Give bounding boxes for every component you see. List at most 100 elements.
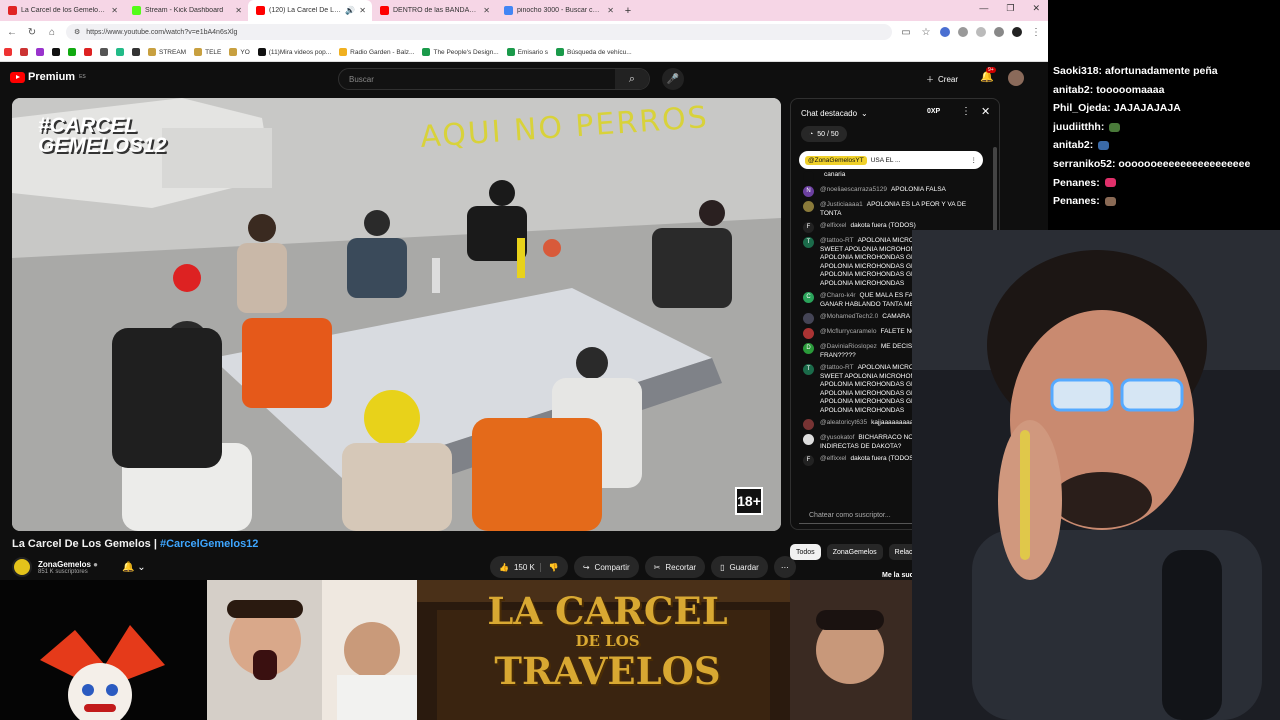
bookmark-tele[interactable]: TELE xyxy=(194,48,221,56)
browser-tab-4[interactable]: DENTRO de las BANDAS JUVENI ✕ xyxy=(372,0,496,21)
puzzle-icon[interactable] xyxy=(976,27,986,37)
thumbnail-reaction[interactable] xyxy=(207,580,417,720)
related-tab-channel[interactable]: ZonaGemelos xyxy=(826,544,883,560)
stream-chat-separator: : xyxy=(1089,139,1097,152)
chat-xp-badge[interactable]: 0XP xyxy=(927,108,940,115)
bookmark-yo[interactable]: YO xyxy=(229,48,250,56)
tab-close-icon[interactable]: ✕ xyxy=(607,6,614,15)
new-tab-button[interactable]: + xyxy=(620,5,636,17)
profile-avatar[interactable] xyxy=(1012,27,1022,37)
bookmark-icon[interactable] xyxy=(100,48,108,56)
extension-icon[interactable] xyxy=(940,27,950,37)
chat-author-name[interactable]: @yusokatof xyxy=(820,434,854,441)
chat-more-icon[interactable]: ⋮ xyxy=(961,106,971,117)
account-avatar[interactable] xyxy=(1008,70,1024,86)
browser-tab-1[interactable]: La Carcel de los Gemelos | Vota ✕ xyxy=(0,0,124,21)
related-thumbnail-image xyxy=(790,580,912,720)
channel-avatar[interactable] xyxy=(12,557,32,577)
site-info-icon[interactable]: ⚙ xyxy=(74,28,80,36)
bookmark-radio-garden[interactable]: Radio Garden - Balz... xyxy=(339,48,414,56)
chat-author-name[interactable]: @elfixxel xyxy=(820,222,846,229)
pinned-more-icon[interactable]: ⋮ xyxy=(971,156,978,164)
chat-title[interactable]: Chat destacado xyxy=(801,109,857,118)
chat-author-avatar xyxy=(803,313,814,324)
chat-author-name[interactable]: @DaviniaRioslopez xyxy=(820,343,877,350)
subscribe-bell-icon[interactable]: 🔔 ⌄ xyxy=(122,562,146,573)
like-button[interactable]: 👍 150 K 👎 xyxy=(490,556,568,578)
chat-author-name[interactable]: @aleatoricyt635 xyxy=(820,419,867,426)
star-icon[interactable]: ☆ xyxy=(920,27,932,38)
chat-author-name[interactable]: @Mcflurrycaramelo xyxy=(820,328,876,335)
notifications-bell-icon[interactable]: 🔔 9+ xyxy=(980,67,996,83)
browser-tab-5[interactable]: pinocho 3000 - Buscar con Goo ✕ xyxy=(496,0,620,21)
bookmark-icon[interactable] xyxy=(116,48,124,56)
chat-message[interactable]: N @noeliaescarraza5129 APOLONIA FALSA xyxy=(803,186,985,197)
browser-tab-2[interactable]: Stream - Kick Dashboard ✕ xyxy=(124,0,248,21)
bookmark-icon[interactable] xyxy=(68,48,76,56)
close-window-icon[interactable]: ✕ xyxy=(1032,3,1040,14)
tab-close-icon[interactable]: ✕ xyxy=(359,6,366,15)
tab-audio-icon[interactable]: 🔊 xyxy=(345,6,355,15)
chat-author-name[interactable]: @elfixxel xyxy=(820,455,846,462)
chat-author-name[interactable]: @Charo-k4r xyxy=(820,292,856,299)
bookmark-emisario[interactable]: Emisario s xyxy=(506,48,548,56)
chat-close-icon[interactable]: ✕ xyxy=(981,105,990,118)
bookmark-label: The People's Design... xyxy=(433,48,499,56)
bookmark-peoples-design[interactable]: The People's Design... xyxy=(422,48,499,56)
tab-close-icon[interactable]: ✕ xyxy=(111,6,118,15)
install-icon[interactable]: ▭ xyxy=(900,27,912,38)
chat-message[interactable]: @Justiciaaaa1 APOLONIA ES LA PEOR Y VA DE… xyxy=(803,201,985,218)
minimize-icon[interactable]: — xyxy=(979,3,988,14)
bookmark-tiktok[interactable]: (11)Mira videos pop... xyxy=(257,48,331,56)
video-player[interactable] xyxy=(12,98,781,531)
share-button[interactable]: ↪ Compartir xyxy=(573,556,639,578)
chat-author-name[interactable]: @tattoo-RT xyxy=(820,364,854,371)
pinned-message[interactable]: @ZonaGemelosYT USA EL ... ⋮ xyxy=(799,151,983,169)
stream-chat-emote-icon xyxy=(1104,178,1116,188)
bookmark-icon[interactable] xyxy=(132,48,140,56)
url-field[interactable]: ⚙ https://www.youtube.com/watch?v=e1bA4n… xyxy=(66,24,892,40)
maximize-icon[interactable]: ❐ xyxy=(1006,3,1014,14)
tab-close-icon[interactable]: ✕ xyxy=(483,6,490,15)
menu-icon[interactable] xyxy=(994,27,1004,37)
browser-menu-icon[interactable]: ⋮ xyxy=(1030,27,1042,38)
chat-author-name[interactable]: @tattoo-RT xyxy=(820,237,854,244)
bookmark-vehiculos[interactable]: Búsqueda de vehícu... xyxy=(556,48,632,56)
chat-author-avatar: T xyxy=(803,364,814,375)
tab-bar: La Carcel de los Gemelos | Vota ✕ Stream… xyxy=(0,0,1048,21)
search-input[interactable]: Buscar xyxy=(339,75,615,84)
thumbnail-clown[interactable] xyxy=(0,580,207,720)
search-box[interactable]: Buscar ⌕ xyxy=(338,68,650,90)
reload-icon[interactable]: ↻ xyxy=(26,27,38,38)
chat-author-name[interactable]: @noeliaescarraza5129 xyxy=(820,186,887,193)
mic-icon[interactable]: 🎤 xyxy=(662,68,684,90)
chat-author-name[interactable]: @MohamedTech2.0 xyxy=(820,313,878,320)
bookmark-icon[interactable] xyxy=(4,48,12,56)
bookmark-stream[interactable]: STREAM xyxy=(148,48,186,56)
chat-message[interactable]: canaria xyxy=(803,171,985,182)
bookmark-icon[interactable] xyxy=(52,48,60,56)
extension-icon[interactable] xyxy=(958,27,968,37)
clip-button[interactable]: ✂ Recortar xyxy=(644,556,706,578)
related-tab-all[interactable]: Todos xyxy=(790,544,821,560)
bookmark-icon[interactable] xyxy=(36,48,44,56)
bookmark-icon[interactable] xyxy=(84,48,92,56)
clip-label: Recortar xyxy=(665,562,697,572)
channel-name[interactable]: ZonaGemelos ● xyxy=(38,560,98,569)
thumbnail-related[interactable] xyxy=(790,580,912,720)
video-hashtag[interactable]: #CarcelGemelos12 xyxy=(160,538,258,550)
browser-tab-3[interactable]: (120) La Carcel De Los Geme 🔊 ✕ xyxy=(248,0,372,21)
create-button[interactable]: ＋ Crear xyxy=(926,70,958,88)
search-icon[interactable]: ⌕ xyxy=(615,69,649,89)
dislike-icon[interactable]: 👎 xyxy=(539,562,559,572)
back-icon[interactable]: ← xyxy=(6,27,18,38)
home-icon[interactable]: ⌂ xyxy=(46,27,58,38)
address-bar: ← ↻ ⌂ ⚙ https://www.youtube.com/watch?v=… xyxy=(0,21,1048,43)
chat-author-name[interactable]: @Justiciaaaa1 xyxy=(820,201,863,208)
youtube-logo[interactable]: Premium ES xyxy=(10,71,86,83)
chevron-down-icon[interactable]: ⌄ xyxy=(861,109,868,118)
tab-close-icon[interactable]: ✕ xyxy=(235,6,242,15)
save-button[interactable]: ▯ Guardar xyxy=(711,556,768,578)
stream-chat-user: anitab2 xyxy=(1053,139,1090,152)
bookmark-icon[interactable] xyxy=(20,48,28,56)
